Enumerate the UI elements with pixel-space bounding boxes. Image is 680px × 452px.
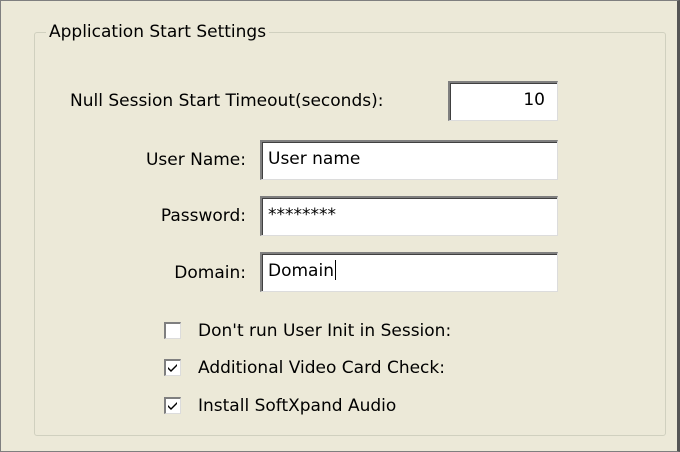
video-card-check-checkbox[interactable] xyxy=(164,359,181,376)
username-label: User Name: xyxy=(145,150,246,170)
user-init-checkbox[interactable] xyxy=(164,322,181,339)
domain-label: Domain: xyxy=(174,263,246,283)
password-input[interactable]: ******** xyxy=(260,196,558,236)
text-caret xyxy=(334,260,336,280)
timeout-label: Null Session Start Timeout(seconds): xyxy=(70,91,384,111)
checkmark-icon xyxy=(168,402,177,410)
group-title: Application Start Settings xyxy=(46,22,270,42)
domain-value: Domain xyxy=(268,261,334,281)
video-card-check-label: Additional Video Card Check: xyxy=(198,358,445,378)
softxpand-audio-checkbox[interactable] xyxy=(164,397,181,414)
softxpand-audio-label: Install SoftXpand Audio xyxy=(198,396,397,416)
checkmark-icon xyxy=(168,364,177,372)
timeout-input[interactable]: 10 xyxy=(448,81,558,121)
password-label: Password: xyxy=(160,206,246,226)
user-init-label: Don't run User Init in Session: xyxy=(198,321,452,341)
username-input[interactable]: User name xyxy=(260,140,558,180)
domain-input[interactable]: Domain xyxy=(260,252,558,292)
